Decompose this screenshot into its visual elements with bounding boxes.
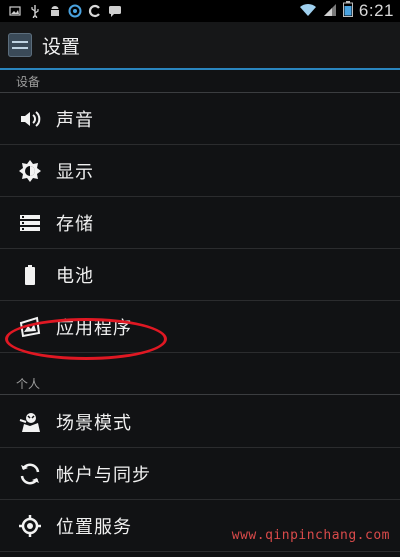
section-header-device: 设备: [0, 70, 400, 93]
settings-item-label: 场景模式: [56, 412, 132, 434]
usb-icon: [28, 4, 42, 18]
apps-icon: [18, 315, 42, 339]
settings-item-label: 声音: [56, 109, 94, 131]
notification-icons: [8, 2, 122, 20]
watermark: www.qinpinchang.com: [231, 528, 390, 543]
status-bar: 6:21: [0, 0, 400, 22]
settings-app-icon[interactable]: [8, 33, 32, 57]
settings-item-label: 电池: [56, 265, 94, 287]
brightness-icon: [18, 159, 42, 183]
system-icons: 6:21: [299, 1, 394, 21]
settings-item-battery[interactable]: 电池: [0, 249, 400, 301]
settings-item-label: 存储: [56, 213, 94, 235]
battery-icon: [18, 263, 42, 287]
message-icon: [108, 4, 122, 18]
storage-icon: [18, 211, 42, 235]
section-header-personal: 个人: [0, 372, 400, 395]
settings-item-apps[interactable]: 应用程序: [0, 301, 400, 353]
settings-item-label: 位置服务: [56, 516, 132, 538]
settings-item-label: 显示: [56, 161, 94, 183]
android-icon: [48, 4, 62, 18]
wifi-icon: [299, 2, 317, 21]
profile-icon: [18, 410, 42, 434]
settings-item-location[interactable]: 位置服务: [0, 500, 400, 552]
settings-item-storage[interactable]: 存储: [0, 197, 400, 249]
volume-icon: [18, 107, 42, 131]
sync-icon: [18, 462, 42, 486]
settings-item-accounts-sync[interactable]: 帐户与同步: [0, 448, 400, 500]
signal-icon: [323, 2, 337, 21]
image-icon: [8, 4, 22, 18]
location-icon: [18, 514, 42, 538]
settings-item-label: 应用程序: [56, 317, 132, 339]
action-bar: 设置: [0, 22, 400, 70]
sync-icon: [68, 4, 82, 18]
settings-item-sound[interactable]: 声音: [0, 93, 400, 145]
clock: 6:21: [358, 1, 394, 20]
page-title: 设置: [42, 35, 81, 58]
c-icon: [88, 4, 102, 18]
settings-item-display[interactable]: 显示: [0, 145, 400, 197]
settings-item-label: 帐户与同步: [56, 464, 151, 486]
battery-icon: [342, 1, 353, 21]
settings-item-profiles[interactable]: 场景模式: [0, 396, 400, 448]
